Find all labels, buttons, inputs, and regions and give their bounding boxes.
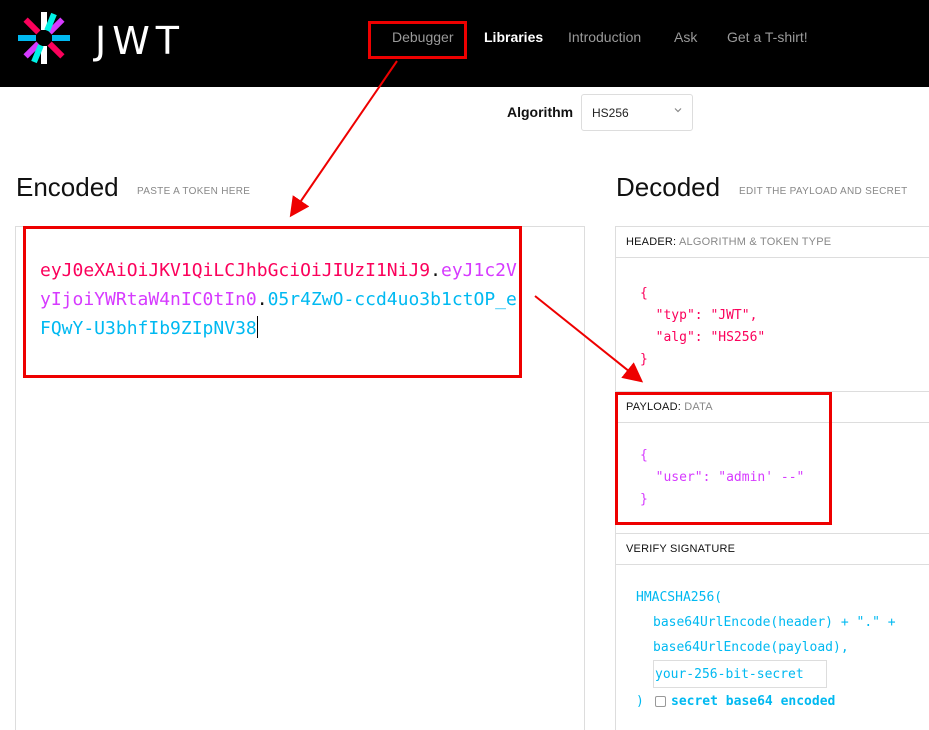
jwt-logo-icon[interactable] (14, 8, 74, 68)
encoded-title: Encoded (16, 172, 119, 202)
header-section-label: HEADER: (626, 236, 677, 248)
text-caret (256, 316, 258, 338)
header-section-title: HEADER: ALGORITHM & TOKEN TYPE (616, 227, 929, 258)
nav-libraries[interactable]: Libraries (484, 29, 543, 45)
base64-checkbox[interactable] (655, 696, 666, 707)
verify-close-paren: ) (636, 694, 644, 709)
nav-get-tshirt[interactable]: Get a T-shirt! (727, 29, 808, 45)
top-navbar: JWT Debugger Libraries Introduction Ask … (0, 0, 929, 87)
algorithm-select[interactable]: HS256 (581, 94, 693, 131)
payload-section-title: PAYLOAD: DATA (616, 392, 929, 423)
nav-ask[interactable]: Ask (674, 29, 697, 45)
token-dot: . (430, 260, 441, 281)
verify-line-2: base64UrlEncode(header) + "." + (653, 615, 896, 630)
nav-introduction[interactable]: Introduction (568, 29, 641, 45)
verify-section-title: VERIFY SIGNATURE (616, 534, 929, 565)
header-section-sub: ALGORITHM & TOKEN TYPE (678, 236, 832, 248)
payload-json-editor[interactable]: { "user": "admin' --" } (640, 445, 804, 511)
logo-text: JWT (95, 19, 185, 63)
encoded-token-text[interactable]: eyJ0eXAiOiJKV1QiLCJhbGciOiJIUzI1NiJ9.eyJ… (40, 256, 520, 343)
payload-section-label: PAYLOAD: (626, 401, 681, 413)
token-header-part: eyJ0eXAiOiJKV1QiLCJhbGciOiJIUzI1NiJ9 (40, 260, 431, 281)
decoded-title: Decoded (616, 172, 721, 202)
algorithm-value: HS256 (592, 106, 629, 120)
nav-debugger[interactable]: Debugger (392, 29, 454, 45)
token-dot: . (256, 289, 268, 310)
encoded-subtitle: PASTE A TOKEN HERE (137, 186, 251, 197)
base64-label[interactable]: secret base64 encoded (671, 691, 835, 713)
verify-line-3: base64UrlEncode(payload), (653, 640, 849, 655)
algorithm-label: Algorithm (507, 104, 574, 120)
chevron-down-icon (674, 108, 682, 113)
verify-line-1: HMACSHA256( (636, 590, 723, 605)
header-json-editor[interactable]: { "typ": "JWT", "alg": "HS256" } (640, 283, 765, 371)
decoded-subtitle: EDIT THE PAYLOAD AND SECRET (739, 186, 908, 197)
verify-section-label: VERIFY SIGNATURE (626, 543, 736, 555)
secret-input[interactable] (653, 660, 827, 688)
payload-section-sub: DATA (684, 401, 713, 413)
